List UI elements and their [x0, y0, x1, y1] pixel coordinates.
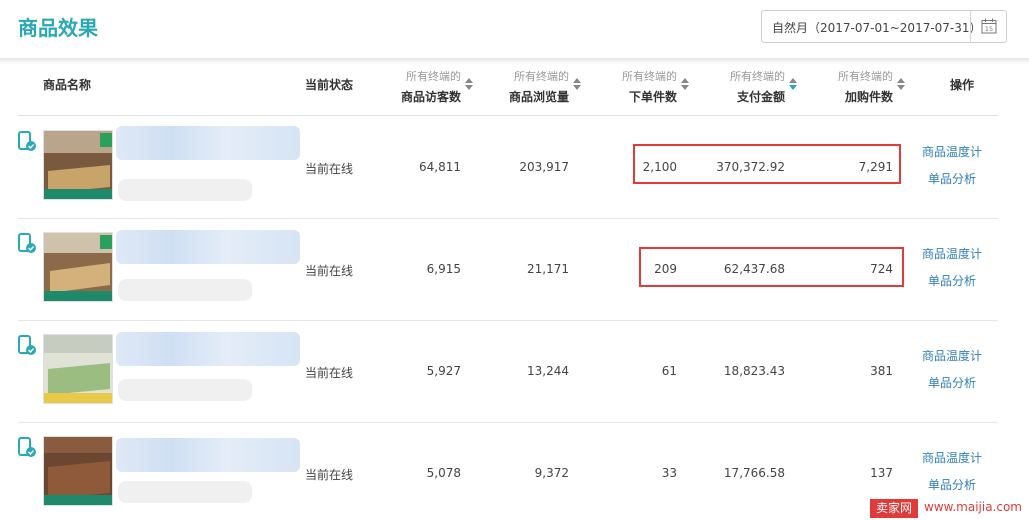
- product-meta-redacted: [118, 379, 252, 401]
- table-row: 当前在线 5,927 13,244 61 18,823.43 381 商品温度计…: [18, 321, 998, 423]
- col-cart-sub: 所有终端的: [838, 70, 893, 83]
- product-meta-redacted: [118, 481, 252, 503]
- row-views: 203,917: [519, 160, 569, 174]
- row-payment: 17,766.58: [723, 466, 785, 480]
- watermark: 卖家网 www.maijia.com: [868, 497, 1029, 520]
- col-actions: 操作: [950, 78, 975, 92]
- col-orders-sub: 所有终端的: [622, 70, 677, 83]
- product-thumbnail[interactable]: [43, 436, 113, 506]
- item-analysis-link[interactable]: 单品分析: [928, 476, 976, 493]
- col-orders-main: 下单件数: [628, 90, 677, 104]
- row-visitors: 5,927: [426, 364, 461, 378]
- col-orders[interactable]: 所有终端的 下单件数: [617, 68, 677, 105]
- row-status: 当前在线: [305, 264, 354, 278]
- sort-views-icon[interactable]: [573, 78, 581, 90]
- calendar-button[interactable]: 15: [970, 11, 1006, 42]
- product-name-redacted: [116, 230, 300, 264]
- row-status: 当前在线: [305, 366, 354, 380]
- row-visitors: 5,078: [426, 466, 461, 480]
- row-payment: 18,823.43: [723, 364, 785, 378]
- row-status: 当前在线: [305, 162, 354, 176]
- sort-visitors-icon[interactable]: [465, 78, 473, 90]
- col-payment[interactable]: 所有终端的 支付金额: [725, 68, 785, 105]
- sort-orders-icon[interactable]: [681, 78, 689, 90]
- product-thermometer-link[interactable]: 商品温度计: [922, 347, 982, 364]
- row-visitors: 64,811: [419, 160, 461, 174]
- product-thumbnail[interactable]: [43, 130, 113, 200]
- row-cart: 381: [870, 364, 893, 378]
- product-name-redacted: [116, 438, 300, 472]
- col-visitors-main: 商品访客数: [401, 90, 462, 104]
- mobile-device-icon: [18, 335, 36, 355]
- row-orders: 33: [661, 466, 677, 480]
- row-cart: 137: [870, 466, 893, 480]
- product-meta-redacted: [118, 179, 252, 201]
- watermark-url: www.maijia.com: [924, 500, 1022, 514]
- row-views: 9,372: [534, 466, 569, 480]
- table-row: 当前在线 5,078 9,372 33 17,766.58 137 商品温度计 …: [18, 423, 998, 520]
- row-orders: 61: [661, 364, 677, 378]
- col-views[interactable]: 所有终端的 商品浏览量: [509, 68, 569, 105]
- col-cart-main: 加购件数: [844, 90, 893, 104]
- col-views-main: 商品浏览量: [509, 90, 570, 104]
- row-views: 13,244: [527, 364, 569, 378]
- product-thermometer-link[interactable]: 商品温度计: [922, 143, 982, 160]
- col-payment-sub: 所有终端的: [730, 70, 785, 83]
- calendar-day: 15: [985, 25, 993, 33]
- product-name-redacted: [116, 332, 300, 366]
- col-visitors[interactable]: 所有终端的 商品访客数: [401, 68, 461, 105]
- product-name-redacted: [116, 126, 300, 160]
- mobile-device-icon: [18, 233, 36, 253]
- col-cart[interactable]: 所有终端的 加购件数: [833, 68, 893, 105]
- highlight-box: [639, 247, 904, 287]
- mobile-device-icon: [18, 437, 36, 457]
- watermark-logo: 卖家网: [870, 499, 918, 518]
- col-views-sub: 所有终端的: [514, 70, 569, 83]
- product-meta-redacted: [118, 279, 252, 301]
- product-thermometer-link[interactable]: 商品温度计: [922, 449, 982, 466]
- date-range-label[interactable]: 自然月（2017-07-01~2017-07-31）: [772, 19, 982, 36]
- product-thermometer-link[interactable]: 商品温度计: [922, 245, 982, 262]
- page-header: 商品效果 自然月（2017-07-01~2017-07-31） 15: [0, 0, 1029, 58]
- row-visitors: 6,915: [426, 262, 461, 276]
- highlight-box: [633, 144, 901, 184]
- sort-payment-icon[interactable]: [789, 78, 797, 90]
- item-analysis-link[interactable]: 单品分析: [928, 374, 976, 391]
- sort-cart-icon[interactable]: [897, 78, 905, 90]
- item-analysis-link[interactable]: 单品分析: [928, 170, 976, 187]
- col-status: 当前状态: [305, 78, 354, 92]
- col-name: 商品名称: [43, 78, 92, 92]
- mobile-device-icon: [18, 131, 36, 151]
- date-range-picker[interactable]: 自然月（2017-07-01~2017-07-31） 15: [761, 10, 1007, 43]
- page-title: 商品效果: [18, 16, 98, 40]
- calendar-icon: 15: [981, 18, 997, 34]
- col-visitors-sub: 所有终端的: [406, 70, 461, 83]
- row-views: 21,171: [527, 262, 569, 276]
- col-payment-main: 支付金额: [736, 90, 785, 104]
- table-header: 商品名称 当前状态 所有终端的 商品访客数 所有终端的 商品浏览量 所有终端的 …: [18, 64, 998, 116]
- product-thumbnail[interactable]: [43, 232, 113, 302]
- item-analysis-link[interactable]: 单品分析: [928, 272, 976, 289]
- product-thumbnail[interactable]: [43, 334, 113, 404]
- row-status: 当前在线: [305, 468, 354, 482]
